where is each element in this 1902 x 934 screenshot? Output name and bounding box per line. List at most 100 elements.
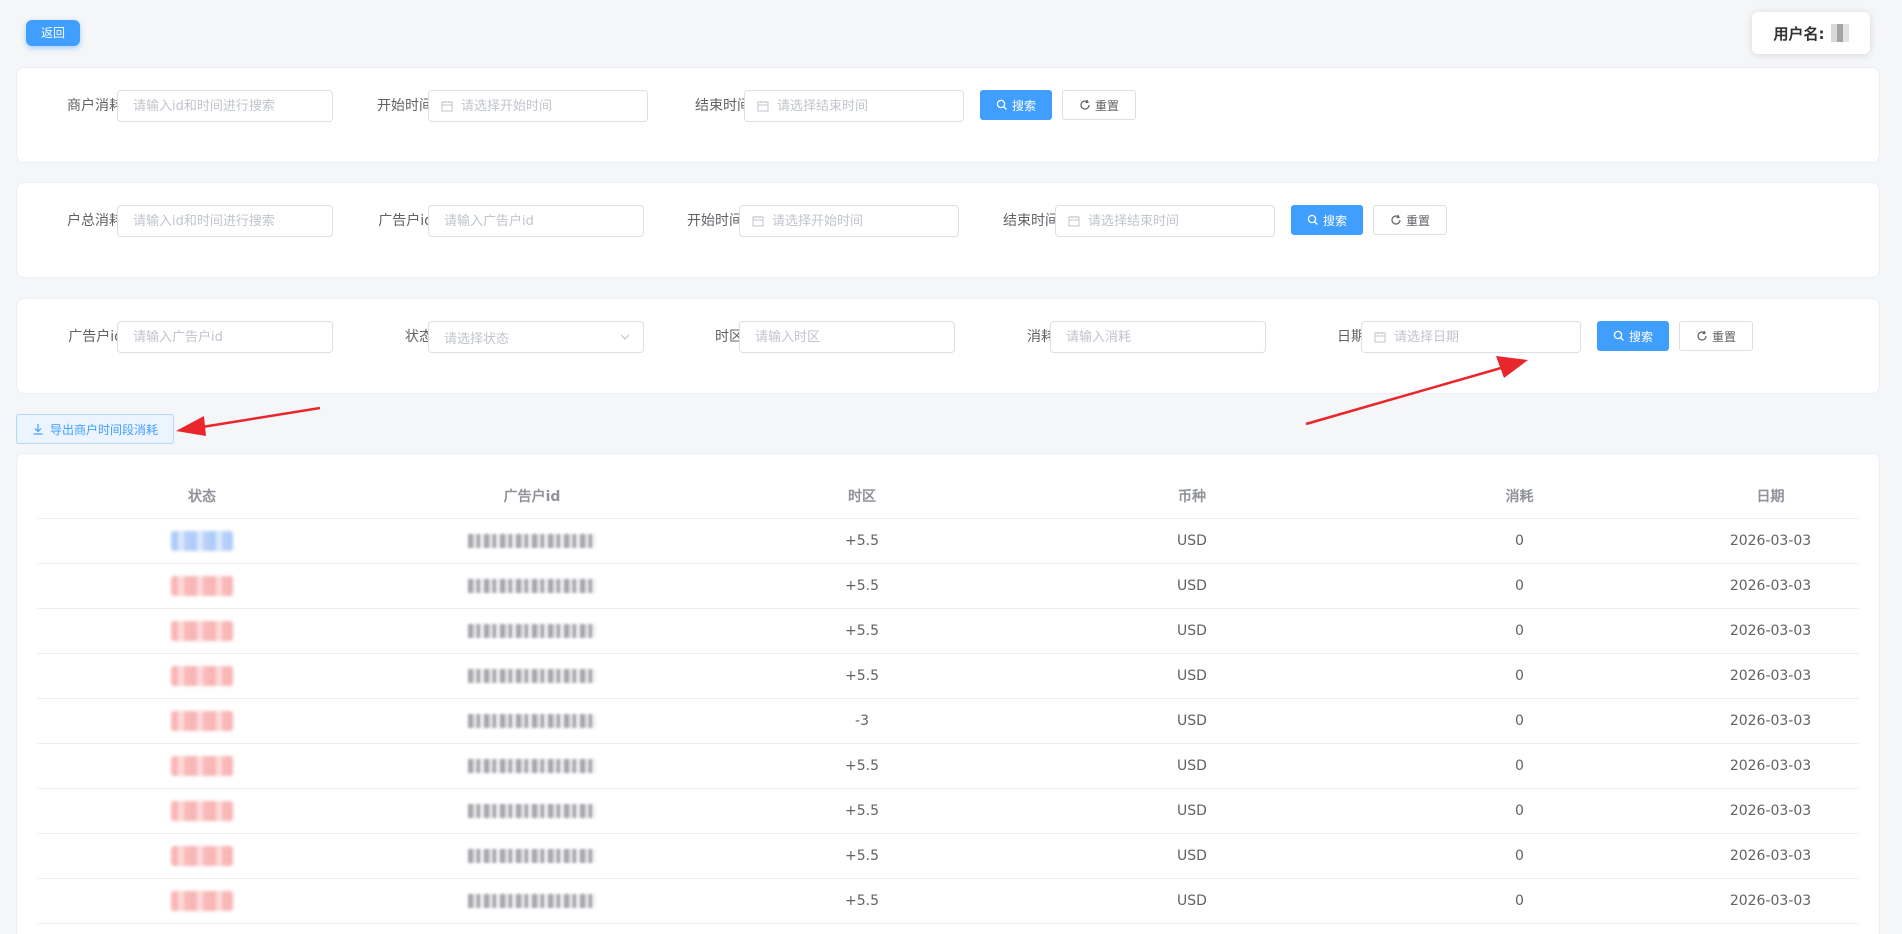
merchant-consume-input[interactable] xyxy=(117,90,333,122)
merchant-search-button[interactable]: 搜索 xyxy=(980,90,1052,120)
account-total-input[interactable] xyxy=(117,205,333,237)
ad-id-value xyxy=(468,533,596,548)
consume-cell: 0 xyxy=(1357,563,1682,609)
ad-id-cell xyxy=(367,833,697,879)
consume-cell: 0 xyxy=(1357,878,1682,924)
currency-cell: USD xyxy=(1027,788,1357,834)
table-body: +5.5 USD 0 2026-03-03 +5.5 USD 0 2026-03… xyxy=(37,518,1859,924)
merchant-reset-button[interactable]: 重置 xyxy=(1062,90,1136,120)
currency-cell: USD xyxy=(1027,518,1357,564)
calendar-icon xyxy=(441,101,453,112)
account-total-reset-button[interactable]: 重置 xyxy=(1373,205,1447,235)
detail-ad-id-input[interactable] xyxy=(117,321,333,353)
ad-id-value xyxy=(468,713,596,728)
table-row[interactable]: -3 USD 0 2026-03-03 xyxy=(37,698,1859,744)
merchant-end-input[interactable] xyxy=(777,98,942,114)
ad-id-cell xyxy=(367,653,697,699)
column-header-status[interactable]: 状态 xyxy=(37,474,367,519)
column-header-ad-id[interactable]: 广告户id xyxy=(367,474,697,519)
table-row[interactable]: +5.5 USD 0 2026-03-03 xyxy=(37,608,1859,654)
ad-id-cell xyxy=(367,743,697,789)
date-cell: 2026-03-03 xyxy=(1682,653,1859,699)
account-total-start-input[interactable] xyxy=(772,213,937,229)
ad-id-cell xyxy=(367,608,697,654)
column-header-date[interactable]: 日期 xyxy=(1682,474,1859,519)
detail-date-picker[interactable] xyxy=(1361,321,1581,353)
ad-id-cell xyxy=(367,698,697,744)
account-total-start-date-picker[interactable] xyxy=(739,205,959,237)
table-row[interactable]: +5.5 USD 0 2026-03-03 xyxy=(37,653,1859,699)
merchant-search-label: 搜索 xyxy=(1011,98,1036,113)
detail-timezone-input[interactable] xyxy=(739,321,955,353)
consume-cell: 0 xyxy=(1357,518,1682,564)
consume-table-card: 状态 广告户id 时区 币种 消耗 日期 +5.5 USD 0 2026-03-… xyxy=(16,453,1880,934)
status-badge xyxy=(171,800,233,821)
account-total-ad-id-label: 广告户id xyxy=(378,213,433,229)
account-total-end-date-picker[interactable] xyxy=(1055,205,1275,237)
timezone-cell: +5.5 xyxy=(697,608,1027,654)
table-row[interactable]: +5.5 USD 0 2026-03-03 xyxy=(37,878,1859,924)
table-row[interactable]: +5.5 USD 0 2026-03-03 xyxy=(37,563,1859,609)
calendar-icon xyxy=(1068,216,1080,227)
detail-date-input[interactable] xyxy=(1394,329,1559,345)
currency-cell: USD xyxy=(1027,608,1357,654)
date-cell: 2026-03-03 xyxy=(1682,563,1859,609)
user-label: 用户名: xyxy=(1773,24,1825,43)
account-total-search-button[interactable]: 搜索 xyxy=(1291,205,1363,235)
date-cell: 2026-03-03 xyxy=(1682,518,1859,564)
timezone-cell: +5.5 xyxy=(697,788,1027,834)
detail-consume-input[interactable] xyxy=(1050,321,1266,353)
timezone-cell: -3 xyxy=(697,698,1027,744)
back-button[interactable]: 返回 xyxy=(26,20,80,46)
status-badge xyxy=(171,755,233,776)
consume-cell: 0 xyxy=(1357,833,1682,879)
column-header-timezone[interactable]: 时区 xyxy=(697,474,1027,519)
export-merchant-period-button[interactable]: 导出商户时间段消耗 xyxy=(16,414,174,444)
column-header-consume[interactable]: 消耗 xyxy=(1357,474,1682,519)
consume-cell: 0 xyxy=(1357,608,1682,654)
merchant-end-label: 结束时间 xyxy=(695,98,751,114)
download-icon xyxy=(33,424,43,435)
status-badge xyxy=(171,575,233,596)
table-row[interactable]: +5.5 USD 0 2026-03-03 xyxy=(37,788,1859,834)
detail-status-select[interactable]: 请选择状态 xyxy=(428,321,644,353)
account-total-label: 户总消耗 xyxy=(67,213,123,229)
calendar-icon xyxy=(752,216,764,227)
consume-cell: 0 xyxy=(1357,788,1682,834)
merchant-consume-label: 商户消耗 xyxy=(67,98,123,114)
status-cell xyxy=(37,563,367,609)
table-row[interactable]: +5.5 USD 0 2026-03-03 xyxy=(37,833,1859,879)
account-total-end-input[interactable] xyxy=(1088,213,1253,229)
table-row[interactable]: +5.5 USD 0 2026-03-03 xyxy=(37,518,1859,564)
status-badge xyxy=(171,890,233,911)
column-header-currency[interactable]: 币种 xyxy=(1027,474,1357,519)
merchant-start-label: 开始时间 xyxy=(377,98,433,114)
currency-cell: USD xyxy=(1027,878,1357,924)
ad-id-value xyxy=(468,893,596,908)
ad-id-cell xyxy=(367,878,697,924)
merchant-consume-form: 商户消耗 开始时间 结束时间 搜索 重置 xyxy=(16,67,1880,163)
merchant-start-date-picker[interactable] xyxy=(428,90,648,122)
timezone-cell: +5.5 xyxy=(697,743,1027,789)
status-cell xyxy=(37,653,367,699)
detail-search-button[interactable]: 搜索 xyxy=(1597,321,1669,351)
date-cell: 2026-03-03 xyxy=(1682,833,1859,879)
table-row[interactable]: +5.5 USD 0 2026-03-03 xyxy=(37,743,1859,789)
timezone-cell: +5.5 xyxy=(697,878,1027,924)
merchant-end-date-picker[interactable] xyxy=(744,90,964,122)
account-total-ad-id-input[interactable] xyxy=(428,205,644,237)
detail-reset-button[interactable]: 重置 xyxy=(1679,321,1753,351)
detail-timezone-label: 时区 xyxy=(715,329,743,345)
ad-id-cell xyxy=(367,563,697,609)
detail-reset-label: 重置 xyxy=(1711,329,1736,344)
table-header-row: 状态 广告户id 时区 币种 消耗 日期 xyxy=(37,474,1859,519)
user-info[interactable]: 用户名: xyxy=(1752,12,1870,54)
status-cell xyxy=(37,698,367,744)
timezone-cell: +5.5 xyxy=(697,563,1027,609)
status-cell xyxy=(37,833,367,879)
ad-id-value xyxy=(468,623,596,638)
refresh-icon xyxy=(1080,99,1090,110)
status-cell xyxy=(37,743,367,789)
chevron-down-icon xyxy=(620,334,630,340)
merchant-start-input[interactable] xyxy=(461,98,626,114)
